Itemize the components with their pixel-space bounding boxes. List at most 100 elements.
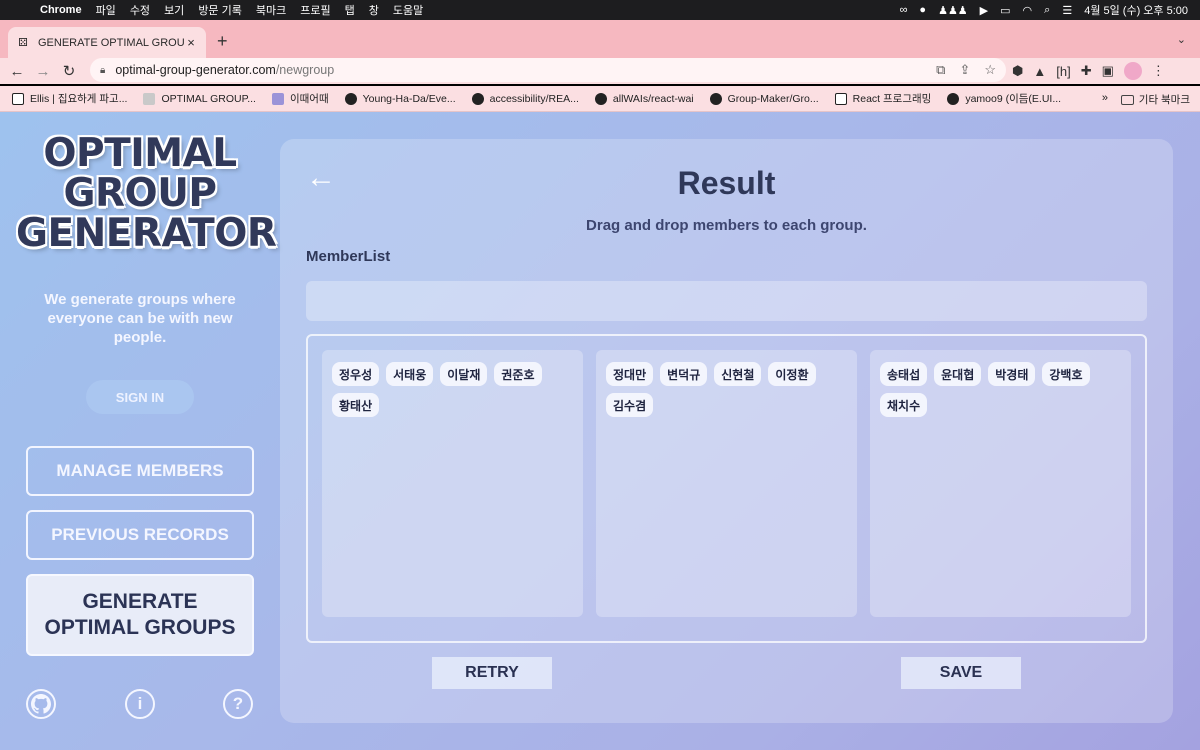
bookmarks-overflow-icon[interactable]: » bbox=[1102, 92, 1108, 104]
bookmark-item[interactable]: Ellis | 집요하게 파고... bbox=[12, 91, 127, 106]
menu-item[interactable]: 파일 bbox=[96, 2, 116, 18]
reload-icon[interactable]: ↻ bbox=[56, 62, 82, 80]
bookmark-item[interactable]: React 프로그래밍 bbox=[834, 91, 931, 106]
app-logo[interactable]: OPTIMAL GROUP GENERATOR bbox=[16, 131, 277, 256]
bookmark-item[interactable]: accessibility/REA... bbox=[471, 92, 579, 105]
memberlist-dropzone[interactable] bbox=[306, 281, 1147, 321]
menu-clock[interactable]: 4월 5일 (수) 오후 5:00 bbox=[1084, 2, 1188, 18]
info-icon[interactable]: i bbox=[125, 689, 155, 719]
new-tab-icon[interactable]: + bbox=[217, 31, 228, 52]
glasses-icon[interactable]: ∞ bbox=[900, 4, 908, 16]
member-chip[interactable]: 이달재 bbox=[440, 362, 488, 386]
logo-line: OPTIMAL bbox=[43, 131, 237, 176]
menu-item[interactable]: 보기 bbox=[164, 2, 184, 18]
play-icon[interactable]: ▶ bbox=[980, 4, 988, 17]
bookmark-label: 이때어때 bbox=[289, 93, 329, 105]
url-path: /newgroup bbox=[275, 63, 335, 77]
previous-records-button[interactable]: PREVIOUS RECORDS bbox=[26, 510, 254, 560]
member-chip[interactable]: 김수겸 bbox=[606, 393, 654, 417]
close-icon[interactable]: × bbox=[184, 35, 198, 50]
group-dropzone-3[interactable]: 송태섭 윤대협 박경태 강백호 채치수 bbox=[870, 350, 1131, 617]
menu-item[interactable]: 북마크 bbox=[256, 2, 286, 18]
member-chip[interactable]: 채치수 bbox=[880, 393, 928, 417]
figures-icon[interactable]: ♟♟♟ bbox=[938, 4, 968, 17]
bookmark-label: Group-Maker/Gro... bbox=[727, 92, 819, 105]
menu-app-name[interactable]: Chrome bbox=[40, 4, 82, 16]
sign-in-button[interactable]: SIGN IN bbox=[86, 380, 194, 414]
sidepanel-icon[interactable]: ▣ bbox=[1102, 63, 1114, 79]
extension-icon[interactable]: ▲ bbox=[1033, 64, 1046, 79]
extension-icon[interactable]: [h] bbox=[1056, 64, 1070, 79]
group-dropzone-2[interactable]: 정대만 변덕규 신현철 이정환 김수겸 bbox=[596, 350, 857, 617]
logo-line: GENERATOR bbox=[16, 211, 277, 256]
page-viewport: OPTIMAL GROUP GENERATOR We generate grou… bbox=[0, 112, 1200, 750]
member-chip[interactable]: 정대만 bbox=[606, 362, 654, 386]
star-icon[interactable]: ☆ bbox=[984, 62, 996, 78]
member-chip[interactable]: 황태산 bbox=[332, 393, 380, 417]
member-chip[interactable]: 이정환 bbox=[768, 362, 816, 386]
member-chip[interactable]: 신현철 bbox=[714, 362, 762, 386]
puzzle-icon[interactable]: ✚ bbox=[1081, 63, 1092, 79]
menu-item[interactable]: 프로필 bbox=[300, 2, 330, 18]
bookmark-label: yamoo9 (이듬(E.UI... bbox=[965, 93, 1062, 105]
groups-container: 정우성 서태웅 이달재 권준호 황태산 정대만 변덕규 신현철 이정환 김수겸 … bbox=[306, 334, 1147, 643]
extension-icon[interactable]: ⬢ bbox=[1012, 63, 1023, 79]
member-chip[interactable]: 변덕규 bbox=[660, 362, 708, 386]
chat-icon[interactable]: ● bbox=[919, 4, 926, 16]
member-chip[interactable]: 박경태 bbox=[988, 362, 1036, 386]
member-chip[interactable]: 권준호 bbox=[494, 362, 542, 386]
github-icon bbox=[947, 92, 960, 105]
lock-icon[interactable]: 🔒︎ bbox=[100, 65, 105, 76]
menu-item[interactable]: 방문 기록 bbox=[198, 2, 242, 18]
menu-item[interactable]: 도움말 bbox=[393, 2, 423, 18]
bookmark-item[interactable]: allWAIs/react-wai bbox=[594, 92, 694, 105]
generate-optimal-groups-button[interactable]: GENERATE OPTIMAL GROUPS bbox=[26, 574, 254, 656]
search-icon[interactable]: ⌕ bbox=[1044, 4, 1050, 17]
group-dropzone-1[interactable]: 정우성 서태웅 이달재 권준호 황태산 bbox=[322, 350, 583, 617]
member-chip[interactable]: 정우성 bbox=[332, 362, 380, 386]
macos-menu-bar: Chrome 파일 수정 보기 방문 기록 북마크 프로필 탭 창 도움말 ∞ … bbox=[0, 0, 1200, 20]
bookmark-item[interactable]: Group-Maker/Gro... bbox=[709, 92, 819, 105]
page-subtitle: Drag and drop members to each group. bbox=[586, 217, 867, 234]
address-bar[interactable]: 🔒︎ optimal-group-generator.com/newgroup … bbox=[90, 58, 1006, 82]
bookmark-item[interactable]: 이때어때 bbox=[271, 91, 329, 106]
logo-line: GROUP bbox=[63, 171, 217, 216]
more-icon[interactable]: ⋮ bbox=[1152, 63, 1165, 79]
menu-item[interactable]: 수정 bbox=[130, 2, 150, 18]
other-bookmarks[interactable]: 기타 북마크 bbox=[1120, 92, 1190, 107]
control-center-icon[interactable]: ☰ bbox=[1062, 4, 1072, 17]
github-icon bbox=[594, 92, 607, 105]
url-host: optimal-group-generator.com bbox=[115, 63, 276, 77]
github-icon bbox=[471, 92, 484, 105]
bookmark-item[interactable]: yamoo9 (이듬(E.UI... bbox=[947, 91, 1061, 106]
browser-tab[interactable]: ⚄ GENERATE OPTIMAL GROUPS × bbox=[8, 27, 206, 58]
battery-icon[interactable]: ▭ bbox=[1000, 4, 1010, 17]
notion-icon bbox=[12, 92, 24, 105]
member-chip[interactable]: 서태웅 bbox=[386, 362, 434, 386]
profile-avatar[interactable] bbox=[1123, 62, 1142, 80]
retry-button[interactable]: RETRY bbox=[432, 657, 552, 689]
bookmarks-bar: Ellis | 집요하게 파고... OPTIMAL GROUP... 이때어때… bbox=[0, 86, 1200, 112]
bookmark-label: Ellis | 집요하게 파고... bbox=[30, 93, 128, 105]
manage-members-button[interactable]: MANAGE MEMBERS bbox=[26, 446, 254, 496]
member-chip[interactable]: 송태섭 bbox=[880, 362, 928, 386]
wifi-icon[interactable]: ◠ bbox=[1023, 4, 1033, 17]
menu-item[interactable]: 탭 bbox=[345, 2, 355, 18]
help-icon[interactable]: ? bbox=[223, 689, 253, 719]
translate-icon[interactable]: ⧉ bbox=[936, 62, 945, 78]
github-icon bbox=[709, 92, 722, 105]
save-button[interactable]: SAVE bbox=[901, 657, 1021, 689]
member-chip[interactable]: 강백호 bbox=[1042, 362, 1090, 386]
share-icon[interactable]: ⇪ bbox=[959, 62, 970, 78]
menu-item[interactable]: 창 bbox=[369, 2, 379, 18]
tab-title: GENERATE OPTIMAL GROUPS bbox=[38, 36, 184, 49]
bookmark-item[interactable]: OPTIMAL GROUP... bbox=[143, 92, 256, 105]
member-chip[interactable]: 윤대협 bbox=[934, 362, 982, 386]
status-icons: ∞ ● ♟♟♟ ▶ ▭ ◠ ⌕ ☰ 4월 5일 (수) 오후 5:00 bbox=[900, 2, 1188, 18]
dice-icon: ⚄ bbox=[18, 37, 28, 49]
bookmark-item[interactable]: Young-Ha-Da/Eve... bbox=[344, 92, 456, 105]
github-icon[interactable] bbox=[26, 689, 56, 719]
chevron-down-icon[interactable]: ⌄ bbox=[1177, 33, 1186, 46]
back-icon[interactable]: ← bbox=[4, 63, 30, 80]
forward-icon[interactable]: → bbox=[30, 63, 56, 80]
